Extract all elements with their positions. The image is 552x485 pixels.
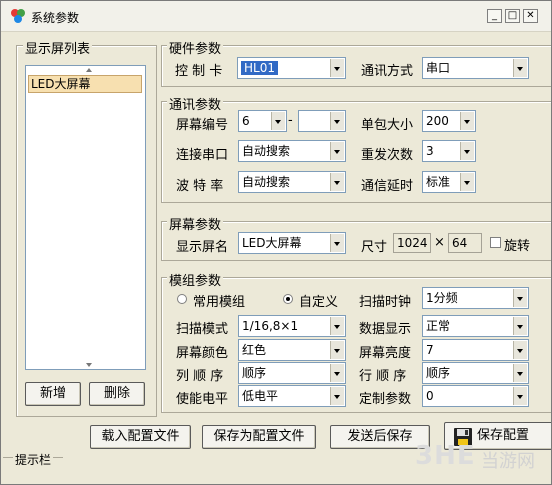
save-config-label: 保存配置	[477, 428, 530, 443]
scroll-up-icon[interactable]	[86, 68, 92, 72]
chevron-down-icon[interactable]	[460, 112, 474, 130]
comm-mode-select[interactable]: 串口	[422, 57, 529, 79]
status-label: 提示栏	[13, 451, 54, 468]
chevron-down-icon[interactable]	[330, 317, 344, 335]
scan-mode-label: 扫描模式	[176, 322, 229, 337]
scan-clock-select[interactable]: 1分频	[422, 287, 529, 309]
chevron-down-icon[interactable]	[513, 364, 527, 382]
maximize-button[interactable]: □	[505, 9, 520, 23]
chevron-down-icon[interactable]	[460, 173, 474, 191]
chevron-down-icon[interactable]	[513, 317, 527, 335]
comm-mode-label: 通讯方式	[361, 64, 414, 79]
chevron-down-icon[interactable]	[513, 387, 527, 405]
close-button[interactable]: ✕	[523, 9, 538, 23]
chevron-down-icon[interactable]	[271, 112, 285, 130]
screen-name-label: 显示屏名	[176, 240, 229, 255]
size-label: 尺寸	[361, 240, 388, 255]
screen-no-label: 屏幕编号	[176, 118, 229, 133]
data-display-label: 数据显示	[359, 322, 412, 337]
delay-label: 通信延时	[361, 179, 414, 194]
common-module-label: 常用模组	[193, 295, 246, 310]
screen-name-select[interactable]: LED大屏幕	[238, 232, 346, 254]
screen-listbox[interactable]: LED大屏幕	[25, 65, 146, 370]
column-order-label: 列 顺 序	[176, 369, 224, 384]
chevron-down-icon[interactable]	[330, 173, 344, 191]
screen-color-label: 屏幕颜色	[176, 346, 229, 361]
scan-mode-select[interactable]: 1/16,8×1	[238, 315, 346, 337]
system-params-window: 系统参数 _ □ ✕ 显示屏列表 LED大屏幕 新增 删除 硬件参数 控 制 卡…	[0, 0, 552, 485]
custom-param-label: 定制参数	[359, 392, 412, 407]
custom-module-radio[interactable]	[283, 294, 293, 304]
title-bar[interactable]: 系统参数 _ □ ✕	[1, 1, 551, 32]
packet-size-select[interactable]: 200	[422, 110, 476, 132]
chevron-down-icon[interactable]	[330, 59, 344, 77]
rotate-checkbox[interactable]	[490, 237, 501, 248]
control-card-label: 控 制 卡	[175, 64, 223, 79]
window-title: 系统参数	[31, 11, 80, 25]
height-field[interactable]: 64	[448, 233, 482, 253]
screen-no-select[interactable]: 6	[238, 110, 287, 132]
chevron-down-icon[interactable]	[513, 59, 527, 77]
hardware-legend: 硬件参数	[167, 38, 224, 57]
comm-legend: 通讯参数	[167, 94, 224, 113]
brightness-label: 屏幕亮度	[359, 346, 412, 361]
column-order-select[interactable]: 顺序	[238, 362, 346, 384]
resend-select[interactable]: 3	[422, 140, 476, 162]
data-display-select[interactable]: 正常	[422, 315, 529, 337]
rotate-label: 旋转	[504, 239, 531, 254]
row-order-select[interactable]: 顺序	[422, 362, 529, 384]
screen-no-select-2[interactable]	[298, 110, 346, 132]
control-card-select[interactable]: HL01	[237, 57, 346, 79]
screen-legend: 屏幕参数	[167, 214, 224, 233]
load-config-button[interactable]: 载入配置文件	[90, 425, 191, 449]
watermark-text: 当游网	[481, 451, 535, 472]
add-button[interactable]: 新增	[25, 382, 81, 406]
chevron-down-icon[interactable]	[330, 364, 344, 382]
scroll-down-icon[interactable]	[86, 363, 92, 367]
screen-list-legend: 显示屏列表	[23, 38, 93, 57]
delay-select[interactable]: 标准	[422, 171, 476, 193]
common-module-radio[interactable]	[177, 294, 187, 304]
chevron-down-icon[interactable]	[330, 112, 344, 130]
baud-rate-label: 波 特 率	[176, 179, 224, 194]
enable-level-select[interactable]: 低电平	[238, 385, 346, 407]
custom-module-label: 自定义	[299, 295, 339, 310]
chevron-down-icon[interactable]	[513, 341, 527, 359]
chevron-down-icon[interactable]	[330, 387, 344, 405]
serial-port-select[interactable]: 自动搜索	[238, 140, 346, 162]
row-order-label: 行 顺 序	[359, 369, 407, 384]
chevron-down-icon[interactable]	[330, 341, 344, 359]
chevron-down-icon[interactable]	[330, 234, 344, 252]
resend-label: 重发次数	[361, 148, 414, 163]
delete-button[interactable]: 删除	[89, 382, 145, 406]
list-item[interactable]: LED大屏幕	[28, 75, 142, 93]
save-as-config-button[interactable]: 保存为配置文件	[202, 425, 316, 449]
scan-clock-label: 扫描时钟	[359, 295, 412, 310]
serial-port-label: 连接串口	[176, 148, 229, 163]
packet-size-label: 单包大小	[361, 118, 414, 133]
screen-no-dash: -	[288, 113, 293, 128]
chevron-down-icon[interactable]	[460, 142, 474, 160]
chevron-down-icon[interactable]	[330, 142, 344, 160]
minimize-button[interactable]: _	[487, 9, 502, 23]
enable-level-label: 使能电平	[176, 392, 229, 407]
app-icon	[11, 9, 25, 23]
width-field[interactable]: 1024	[393, 233, 431, 253]
custom-param-select[interactable]: 0	[422, 385, 529, 407]
watermark: 3HE	[415, 441, 476, 471]
module-legend: 模组参数	[167, 270, 224, 289]
screen-color-select[interactable]: 红色	[238, 339, 346, 361]
baud-rate-select[interactable]: 自动搜索	[238, 171, 346, 193]
brightness-select[interactable]: 7	[422, 339, 529, 361]
chevron-down-icon[interactable]	[513, 289, 527, 307]
times-symbol: ×	[434, 235, 445, 250]
